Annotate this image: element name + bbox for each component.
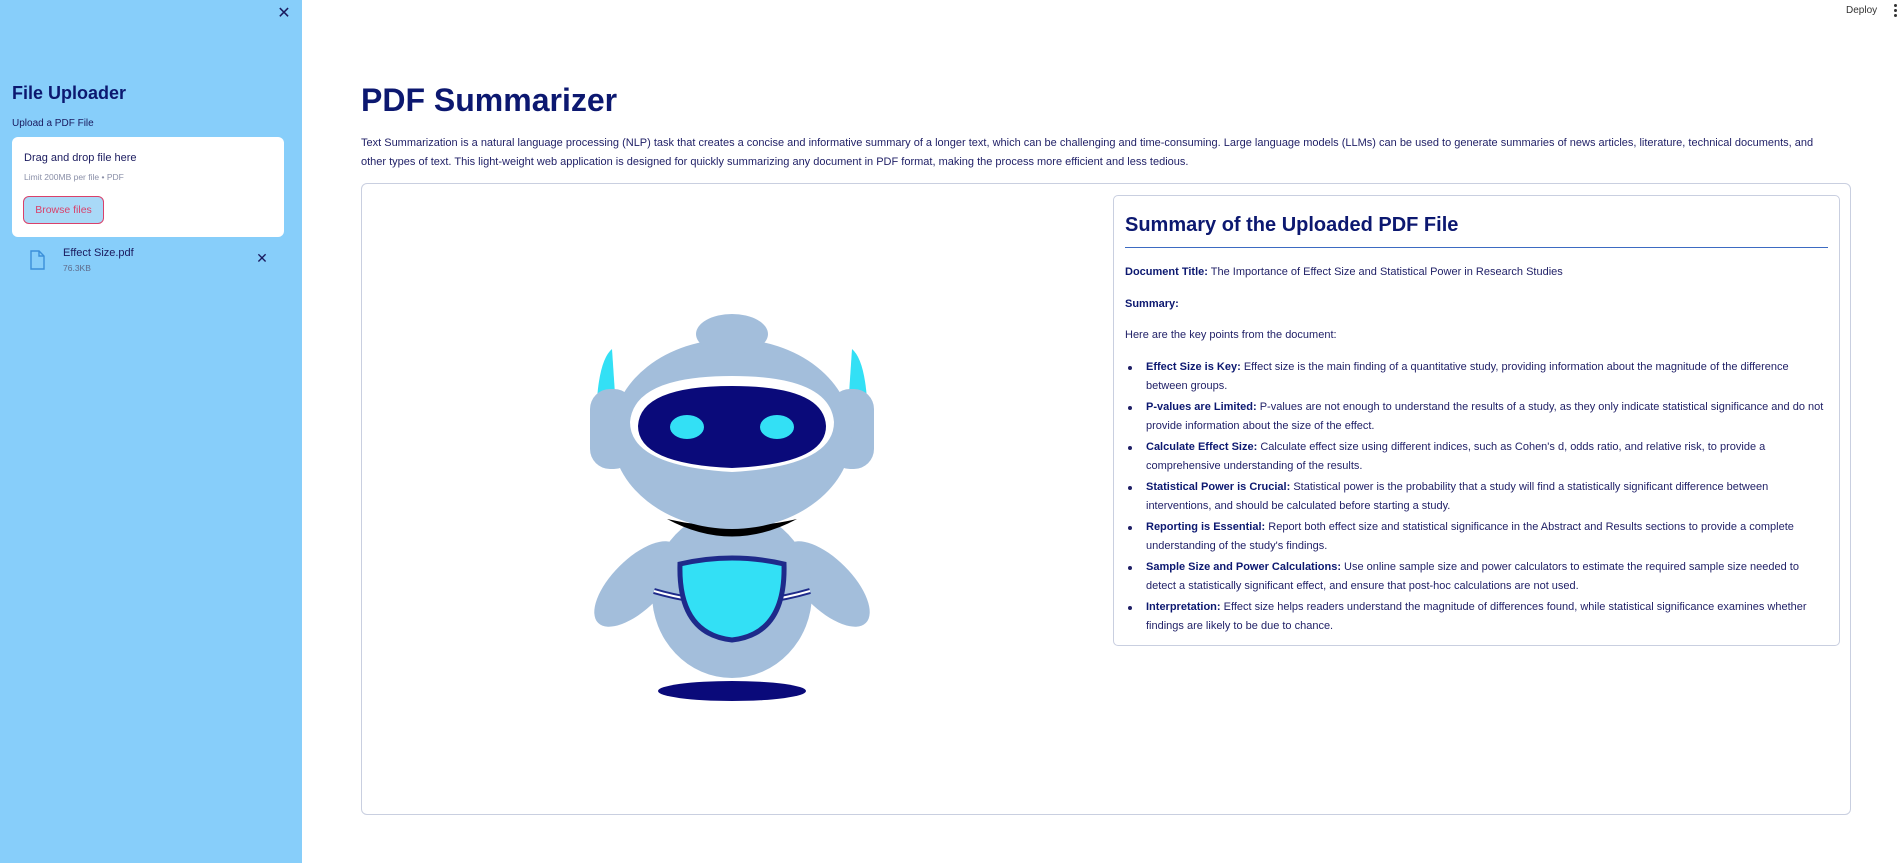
- point-label: Sample Size and Power Calculations:: [1146, 560, 1341, 573]
- file-dropzone[interactable]: Drag and drop file here Limit 200MB per …: [12, 137, 284, 237]
- point-label: P-values are Limited:: [1146, 400, 1257, 413]
- uploaded-file: Effect Size.pdf 76.3KB ✕: [24, 246, 280, 276]
- point-text: Effect size helps readers understand the…: [1146, 600, 1807, 633]
- summary-divider: [1125, 247, 1828, 248]
- sidebar-close-icon[interactable]: ✕: [275, 5, 293, 23]
- page-title: PDF Summarizer: [361, 82, 618, 118]
- deploy-button[interactable]: Deploy: [1846, 5, 1877, 16]
- browse-files-button[interactable]: Browse files: [23, 196, 104, 224]
- document-title-label: Document Title:: [1125, 266, 1208, 278]
- list-item: Sample Size and Power Calculations: Use …: [1128, 558, 1830, 597]
- kebab-menu-icon[interactable]: [1892, 4, 1898, 20]
- sidebar-title: File Uploader: [12, 83, 127, 103]
- file-icon: [30, 250, 45, 270]
- list-item: P-values are Limited: P-values are not e…: [1128, 398, 1830, 437]
- list-item: Calculate Effect Size: Calculate effect …: [1128, 438, 1830, 477]
- point-text: Effect size is the main finding of a qua…: [1146, 360, 1789, 393]
- robot-illustration: [590, 314, 874, 701]
- point-label: Interpretation:: [1146, 600, 1221, 613]
- point-label: Effect Size is Key:: [1146, 360, 1241, 373]
- dropzone-limit: Limit 200MB per file • PDF: [24, 172, 124, 182]
- list-item: Interpretation: Effect size helps reader…: [1128, 598, 1830, 637]
- summary-lead: Here are the key points from the documen…: [1125, 329, 1337, 341]
- list-item: Reporting is Essential: Report both effe…: [1128, 518, 1830, 557]
- sidebar: ✕ File Uploader Upload a PDF File Drag a…: [0, 0, 302, 863]
- point-label: Reporting is Essential:: [1146, 520, 1266, 533]
- point-label: Statistical Power is Crucial:: [1146, 480, 1291, 493]
- list-item: Effect Size is Key: Effect size is the m…: [1128, 358, 1830, 397]
- file-name: Effect Size.pdf: [63, 247, 134, 259]
- intro-text: Text Summarization is a natural language…: [361, 137, 1814, 168]
- upload-label: Upload a PDF File: [12, 118, 94, 129]
- file-size: 76.3KB: [63, 263, 91, 273]
- document-title-line: Document Title: The Importance of Effect…: [1125, 263, 1830, 283]
- content-container: Summary of the Uploaded PDF File Documen…: [361, 183, 1851, 815]
- remove-file-icon[interactable]: ✕: [254, 250, 270, 267]
- dropzone-title: Drag and drop file here: [24, 152, 137, 164]
- summary-label: Summary:: [1125, 297, 1179, 310]
- document-title-value: The Importance of Effect Size and Statis…: [1207, 266, 1563, 278]
- list-item: Statistical Power is Crucial: Statistica…: [1128, 478, 1830, 517]
- key-points-list: Effect Size is Key: Effect size is the m…: [1128, 358, 1830, 637]
- summary-label-line: Summary:: [1125, 295, 1830, 315]
- summary-panel: Summary of the Uploaded PDF File Documen…: [1113, 195, 1840, 646]
- summary-body: Document Title: The Importance of Effect…: [1125, 263, 1830, 638]
- point-label: Calculate Effect Size:: [1146, 440, 1258, 453]
- summary-title: Summary of the Uploaded PDF File: [1125, 214, 1459, 236]
